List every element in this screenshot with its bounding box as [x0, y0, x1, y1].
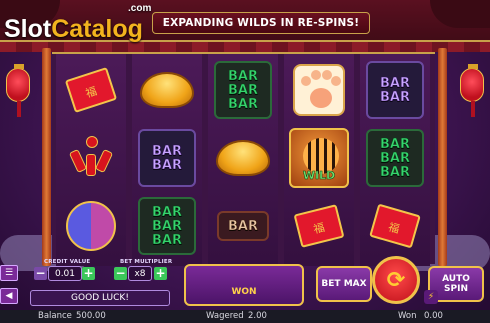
sound-button[interactable]: ◀ — [0, 288, 18, 304]
bar-triple-green-icon: BAR BAR BAR — [363, 126, 427, 190]
gold-ingot-icon — [211, 126, 275, 190]
won-label: Won — [398, 311, 417, 321]
message-box: GOOD LUCK! — [30, 290, 170, 306]
lantern-left-icon — [6, 64, 30, 117]
bet-multiplier-label: BET MULTIPLIER — [120, 259, 173, 265]
tiger-paw-icon — [287, 58, 351, 122]
bar-double-purple-icon: BAR BAR — [135, 126, 199, 190]
reel-5: BAR BAR BAR BAR BAR 福 — [360, 54, 430, 266]
red-envelope-icon: 福 — [59, 58, 123, 122]
logo-slot-text: Slot — [4, 15, 52, 43]
pillar-right — [438, 48, 447, 266]
speaker-icon: ◀ — [5, 291, 13, 301]
turbo-button[interactable]: ⚡ — [424, 290, 438, 304]
bet-max-button[interactable]: BET MAX — [316, 266, 372, 302]
bar-triple-green-icon: BAR BAR BAR — [211, 58, 275, 122]
wagered-label: Wagered — [206, 311, 244, 321]
bar-double-purple-icon: BAR BAR — [363, 58, 427, 122]
feature-banner: EXPANDING WILDS IN RE-SPINS! — [152, 12, 370, 34]
reel-1: 福 — [56, 54, 126, 266]
reel-frame: 福 BAR BAR BAR BAR BAR BAR BAR BAR BAR WILD 福 … — [52, 52, 435, 266]
bar-single-icon: BAR — [211, 194, 275, 258]
menu-button[interactable]: ☰ — [0, 265, 18, 281]
credit-plus-button[interactable]: + — [82, 267, 95, 280]
wagered-value: 2.00 — [248, 311, 267, 321]
reel-3: BAR BAR BAR BAR — [208, 54, 278, 266]
reel-4: WILD 福 — [284, 54, 354, 266]
menu-icon: ☰ — [4, 268, 14, 278]
won-value: 0.00 — [424, 311, 443, 321]
bet-minus-button[interactable]: − — [114, 267, 127, 280]
bet-plus-button[interactable]: + — [154, 267, 167, 280]
bet-multiplier-field: x8 — [128, 266, 152, 281]
tiger-wild-icon: WILD — [287, 126, 351, 190]
red-envelope-icon: 福 — [287, 194, 351, 258]
red-envelope-icon: 福 — [363, 194, 427, 258]
balance-value: 500.00 — [76, 311, 106, 321]
logo-catalog-text: Catalog — [51, 15, 143, 43]
reel-2: BAR BAR BAR BAR BAR — [132, 54, 202, 266]
spin-arrows-icon: ⟳ — [386, 267, 406, 293]
gold-ingot-icon — [135, 58, 199, 122]
balance-label: Balance — [38, 311, 72, 321]
credit-minus-button[interactable]: − — [34, 267, 47, 280]
credit-value-label: CREDIT VALUE — [44, 259, 91, 265]
slotcatalog-logo: Slot Catalog .com — [4, 3, 151, 44]
pillar-left — [42, 48, 51, 266]
game-stage: Slot Catalog .com EXPANDING WILDS IN RE-S… — [0, 0, 490, 323]
spin-button[interactable]: ⟳ — [372, 256, 420, 304]
firecracker-icon — [59, 126, 123, 190]
win-display: WON — [184, 264, 304, 306]
lantern-right-icon — [460, 64, 484, 117]
logo-com-text: .com — [128, 3, 152, 14]
win-label: WON — [231, 287, 257, 297]
credit-value-field: 0.01 — [48, 266, 82, 281]
status-bar: Balance 500.00 Wagered 2.00 Won 0.00 — [0, 310, 490, 323]
lightning-icon: ⚡ — [427, 292, 435, 302]
purple-fish-icon — [59, 194, 123, 258]
bar-triple-green-icon: BAR BAR BAR — [135, 194, 199, 258]
